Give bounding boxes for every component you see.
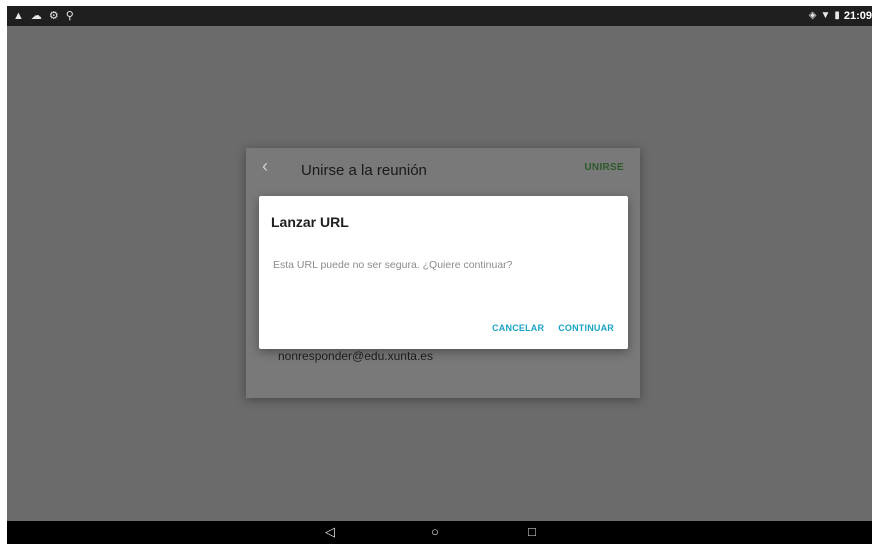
cancel-button[interactable]: CANCELAR (492, 323, 544, 333)
usb-icon: ⚲ (65, 10, 74, 22)
email-field[interactable]: nonresponder@edu.xunta.es (278, 349, 433, 363)
dialog-title: Lanzar URL (271, 214, 349, 230)
navigation-bar: ◁ ○ □ (7, 521, 872, 544)
dialog-message: Esta URL puede no ser segura. ¿Quiere co… (273, 259, 513, 271)
device-screen: ▲ ☁ ⚙ ⚲ ◈ ▼ ▮ 21:09 ‹ Unirse a la reunió… (7, 6, 872, 544)
vibrate-icon: ◈ (808, 10, 817, 21)
wifi-icon: ▼ (820, 10, 831, 21)
status-bar: ▲ ☁ ⚙ ⚲ ◈ ▼ ▮ 21:09 (7, 6, 872, 26)
settings-icon: ⚙ (48, 10, 59, 22)
dialog-actions: CANCELAR CONTINUAR (492, 323, 614, 333)
back-icon[interactable]: ◁ (325, 524, 335, 540)
launch-url-dialog: Lanzar URL Esta URL puede no ser segura.… (259, 196, 628, 349)
notification-icons: ▲ ☁ ⚙ ⚲ (13, 9, 74, 23)
warning-icon: ▲ (13, 10, 24, 22)
join-button[interactable]: UNIRSE (584, 162, 624, 173)
home-icon[interactable]: ○ (431, 524, 439, 540)
clock: 21:09 (843, 10, 872, 22)
back-arrow-icon[interactable]: ‹ (262, 156, 268, 177)
recents-icon[interactable]: □ (528, 524, 536, 540)
battery-icon: ▮ (834, 10, 840, 21)
system-icons: ◈ ▼ ▮ 21:09 (809, 9, 872, 23)
continue-button[interactable]: CONTINUAR (558, 323, 614, 333)
cloud-icon: ☁ (30, 10, 42, 22)
join-meeting-title: Unirse a la reunión (301, 162, 427, 179)
